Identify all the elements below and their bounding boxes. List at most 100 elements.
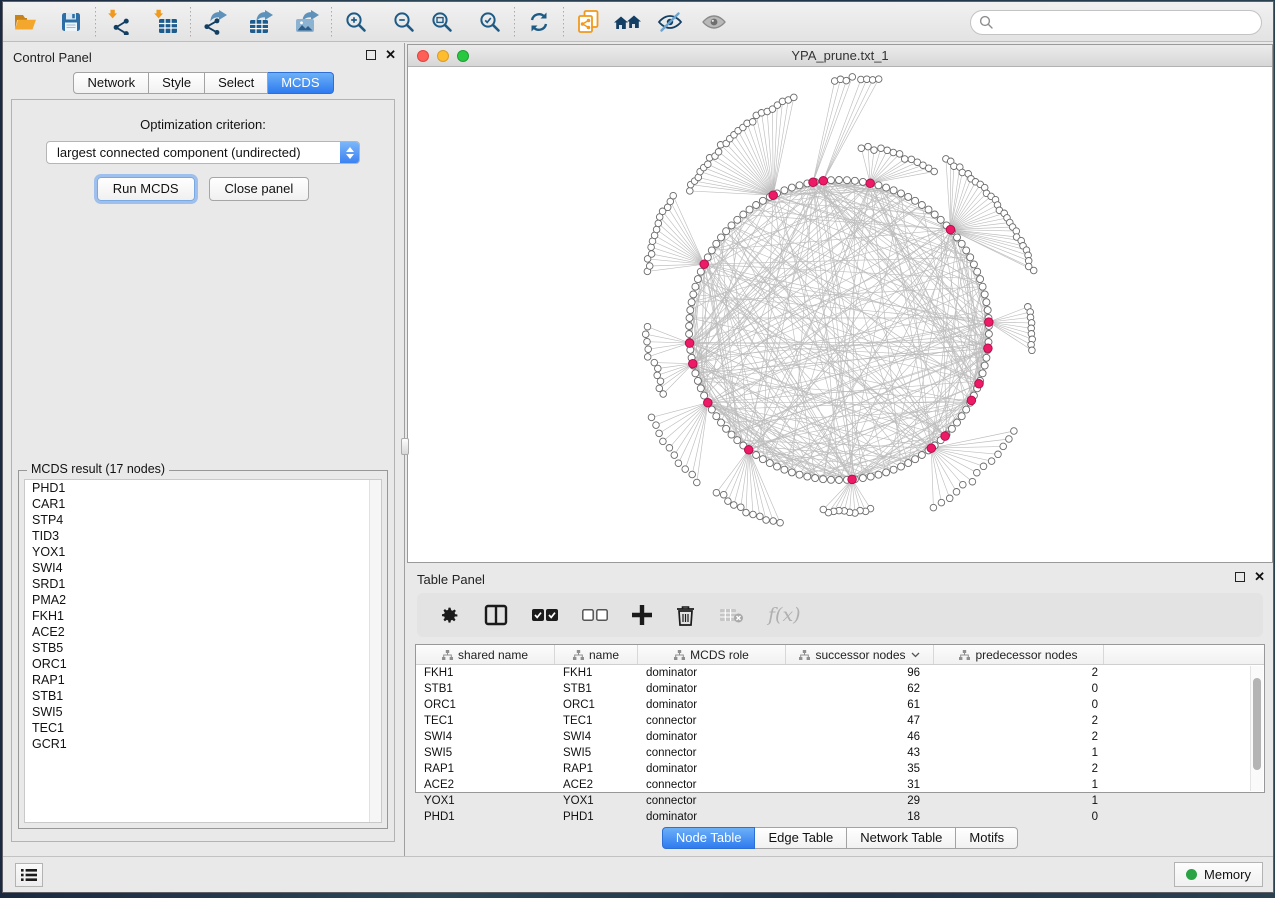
network-hub-node[interactable] xyxy=(984,344,993,353)
network-node[interactable] xyxy=(753,202,760,209)
float-panel-icon[interactable] xyxy=(366,50,376,60)
network-node[interactable] xyxy=(774,463,781,470)
network-leaf-node[interactable] xyxy=(1011,428,1018,435)
network-leaf-node[interactable] xyxy=(671,452,678,459)
zoom-out-icon[interactable] xyxy=(387,6,421,38)
tab-edge-table[interactable]: Edge Table xyxy=(755,827,847,849)
network-hub-node[interactable] xyxy=(866,179,875,188)
network-hub-node[interactable] xyxy=(946,225,955,234)
network-leaf-node[interactable] xyxy=(749,119,756,126)
network-node[interactable] xyxy=(958,413,965,420)
network-leaf-node[interactable] xyxy=(960,481,967,488)
network-leaf-node[interactable] xyxy=(648,244,655,251)
export-table-icon[interactable] xyxy=(244,6,278,38)
table-row[interactable]: ACE2ACE2connector311 xyxy=(416,777,1264,793)
network-leaf-node[interactable] xyxy=(1029,347,1036,354)
network-leaf-node[interactable] xyxy=(743,509,750,516)
network-leaf-node[interactable] xyxy=(875,76,882,83)
network-node[interactable] xyxy=(723,425,730,432)
network-node[interactable] xyxy=(979,283,986,290)
open-session-icon[interactable] xyxy=(8,6,42,38)
network-node[interactable] xyxy=(796,182,803,189)
network-leaf-node[interactable] xyxy=(738,504,745,511)
network-node[interactable] xyxy=(788,469,795,476)
network-node[interactable] xyxy=(692,370,699,377)
mcds-result-item[interactable]: ORC1 xyxy=(25,656,381,672)
network-node[interactable] xyxy=(984,307,991,314)
column-header-name[interactable]: name xyxy=(555,645,638,664)
network-leaf-node[interactable] xyxy=(682,466,689,473)
network-leaf-node[interactable] xyxy=(858,145,865,152)
network-node[interactable] xyxy=(781,466,788,473)
criterion-select[interactable]: largest connected component (undirected) xyxy=(46,141,360,164)
mcds-result-item[interactable]: TID3 xyxy=(25,528,381,544)
table-row[interactable]: SWI4SWI4dominator462 xyxy=(416,729,1264,745)
network-leaf-node[interactable] xyxy=(878,145,885,152)
network-leaf-node[interactable] xyxy=(1006,436,1013,443)
network-node[interactable] xyxy=(688,299,695,306)
network-node[interactable] xyxy=(701,392,708,399)
network-leaf-node[interactable] xyxy=(642,331,649,338)
mcds-result-list[interactable]: PHD1CAR1STP4TID3YOX1SWI4SRD1PMA2FKH1ACE2… xyxy=(24,479,382,823)
network-leaf-node[interactable] xyxy=(645,346,652,353)
network-node[interactable] xyxy=(708,247,715,254)
network-hub-node[interactable] xyxy=(704,398,713,407)
network-node[interactable] xyxy=(766,460,773,467)
network-hub-node[interactable] xyxy=(985,318,994,327)
network-hub-node[interactable] xyxy=(941,432,950,441)
network-leaf-node[interactable] xyxy=(646,263,653,270)
network-leaf-node[interactable] xyxy=(901,156,908,163)
network-leaf-node[interactable] xyxy=(869,77,876,84)
network-node[interactable] xyxy=(690,291,697,298)
tab-network-table[interactable]: Network Table xyxy=(847,827,956,849)
network-hub-node[interactable] xyxy=(700,260,709,269)
network-node[interactable] xyxy=(958,240,965,247)
network-node[interactable] xyxy=(692,283,699,290)
network-leaf-node[interactable] xyxy=(750,511,757,518)
network-node[interactable] xyxy=(905,460,912,467)
network-leaf-node[interactable] xyxy=(654,372,661,379)
network-leaf-node[interactable] xyxy=(843,77,850,84)
function-builder-icon[interactable]: f(x) xyxy=(768,604,801,626)
mcds-result-item[interactable]: STB1 xyxy=(25,688,381,704)
network-leaf-node[interactable] xyxy=(644,354,651,361)
float-table-panel-icon[interactable] xyxy=(1235,572,1245,582)
export-image-icon[interactable] xyxy=(290,6,324,38)
network-hub-node[interactable] xyxy=(819,177,828,186)
column-header-successor-nodes[interactable]: successor nodes xyxy=(786,645,934,664)
export-network-icon[interactable] xyxy=(198,6,232,38)
memory-button[interactable]: Memory xyxy=(1174,862,1263,887)
network-node[interactable] xyxy=(804,473,811,480)
network-window-titlebar[interactable]: YPA_prune.txt_1 xyxy=(408,45,1272,67)
network-node[interactable] xyxy=(912,456,919,463)
mcds-result-item[interactable]: PHD1 xyxy=(25,480,381,496)
network-node[interactable] xyxy=(981,291,988,298)
mcds-result-item[interactable]: GCR1 xyxy=(25,736,381,752)
network-leaf-node[interactable] xyxy=(946,495,953,502)
network-node[interactable] xyxy=(686,331,693,338)
network-leaf-node[interactable] xyxy=(884,147,891,154)
network-node[interactable] xyxy=(948,425,955,432)
network-leaf-node[interactable] xyxy=(731,502,738,509)
network-leaf-node[interactable] xyxy=(689,471,696,478)
network-hub-node[interactable] xyxy=(809,178,818,187)
network-leaf-node[interactable] xyxy=(675,460,682,467)
network-node[interactable] xyxy=(954,419,961,426)
tab-style[interactable]: Style xyxy=(149,72,205,94)
network-hub-node[interactable] xyxy=(689,359,698,368)
mcds-result-item[interactable]: PMA2 xyxy=(25,592,381,608)
close-window-icon[interactable] xyxy=(417,50,429,62)
refresh-icon[interactable] xyxy=(522,6,556,38)
table-settings-gear-icon[interactable] xyxy=(439,605,460,626)
network-leaf-node[interactable] xyxy=(715,149,722,156)
network-leaf-node[interactable] xyxy=(687,188,694,195)
table-scrollbar-thumb[interactable] xyxy=(1253,678,1261,770)
network-leaf-node[interactable] xyxy=(648,414,655,421)
select-all-columns-icon[interactable] xyxy=(532,608,558,622)
network-node[interactable] xyxy=(820,476,827,483)
close-panel-icon[interactable]: ✕ xyxy=(385,50,396,60)
search-input[interactable] xyxy=(970,10,1262,35)
network-node[interactable] xyxy=(759,456,766,463)
network-leaf-node[interactable] xyxy=(865,143,872,150)
network-leaf-node[interactable] xyxy=(1030,267,1037,274)
